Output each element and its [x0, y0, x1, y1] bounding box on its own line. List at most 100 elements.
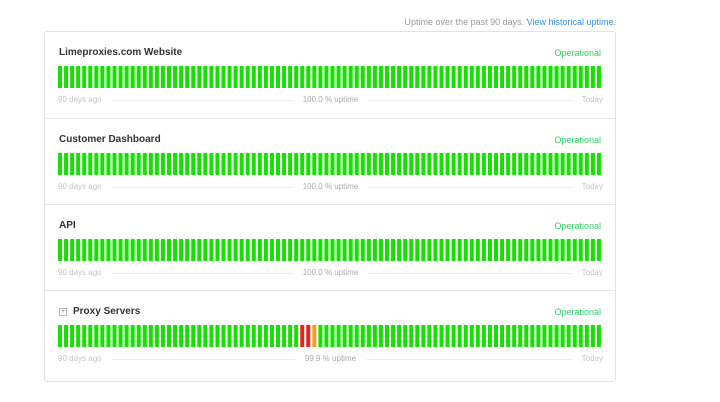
uptime-day-bar[interactable]	[136, 239, 141, 261]
uptime-day-bar[interactable]	[312, 66, 317, 88]
uptime-day-bar[interactable]	[179, 325, 184, 347]
uptime-day-bar[interactable]	[536, 66, 541, 88]
uptime-day-bar[interactable]	[257, 239, 262, 261]
uptime-day-bar[interactable]	[276, 66, 280, 88]
uptime-day-bar[interactable]	[197, 239, 202, 261]
uptime-day-bar[interactable]	[445, 153, 450, 175]
uptime-day-bar[interactable]	[463, 325, 468, 347]
uptime-day-bar[interactable]	[494, 66, 498, 88]
uptime-day-bar[interactable]	[487, 66, 492, 88]
uptime-day-bar[interactable]	[366, 153, 371, 175]
uptime-day-bar[interactable]	[282, 239, 287, 261]
uptime-day-bar[interactable]	[421, 325, 426, 347]
uptime-day-bar[interactable]	[300, 153, 305, 175]
uptime-day-bar[interactable]	[288, 239, 293, 261]
uptime-day-bar[interactable]	[88, 153, 93, 175]
uptime-day-bar[interactable]	[566, 66, 571, 88]
uptime-day-bar[interactable]	[524, 66, 529, 88]
uptime-day-bar[interactable]	[372, 66, 377, 88]
uptime-day-bar[interactable]	[300, 66, 305, 88]
uptime-day-bar[interactable]	[269, 153, 274, 175]
uptime-day-bar[interactable]	[276, 239, 280, 261]
uptime-day-bar[interactable]	[64, 153, 69, 175]
uptime-day-bar[interactable]	[487, 239, 492, 261]
uptime-day-bar[interactable]	[294, 239, 299, 261]
uptime-day-bar[interactable]	[560, 153, 565, 175]
uptime-day-bar[interactable]	[336, 66, 341, 88]
uptime-day-bar[interactable]	[427, 239, 432, 261]
uptime-day-bar[interactable]	[179, 66, 184, 88]
uptime-day-bar[interactable]	[391, 325, 396, 347]
uptime-day-bar[interactable]	[227, 325, 232, 347]
uptime-day-bar[interactable]	[88, 325, 93, 347]
uptime-day-bar[interactable]	[294, 325, 299, 347]
uptime-day-bar[interactable]	[227, 66, 232, 88]
uptime-day-bar[interactable]	[227, 153, 232, 175]
uptime-day-bar[interactable]	[318, 153, 323, 175]
uptime-day-bar[interactable]	[560, 239, 565, 261]
uptime-day-bar[interactable]	[330, 153, 335, 175]
uptime-day-bar[interactable]	[94, 153, 99, 175]
uptime-day-bar[interactable]	[185, 66, 190, 88]
uptime-day-bar[interactable]	[245, 325, 250, 347]
uptime-day-bar[interactable]	[324, 239, 329, 261]
uptime-day-bar[interactable]	[554, 153, 559, 175]
uptime-day-bar[interactable]	[427, 153, 432, 175]
uptime-day-bar[interactable]	[154, 239, 159, 261]
uptime-day-bar[interactable]	[445, 239, 450, 261]
uptime-day-bar[interactable]	[76, 66, 81, 88]
uptime-day-bar[interactable]	[154, 325, 159, 347]
uptime-day-bar[interactable]	[197, 66, 202, 88]
uptime-day-bar[interactable]	[215, 239, 220, 261]
uptime-day-bar[interactable]	[269, 66, 274, 88]
uptime-day-bar[interactable]	[421, 153, 426, 175]
uptime-day-bar[interactable]	[106, 325, 111, 347]
uptime-day-bar[interactable]	[512, 239, 517, 261]
uptime-day-bar[interactable]	[203, 153, 208, 175]
uptime-day-bar[interactable]	[239, 325, 244, 347]
uptime-day-bar[interactable]	[457, 239, 462, 261]
uptime-day-bar[interactable]	[94, 325, 99, 347]
uptime-day-bar[interactable]	[433, 66, 438, 88]
uptime-day-bar[interactable]	[427, 66, 432, 88]
uptime-day-bar[interactable]	[372, 153, 377, 175]
uptime-day-bar[interactable]	[512, 325, 517, 347]
uptime-day-bar[interactable]	[475, 325, 480, 347]
uptime-day-bar[interactable]	[191, 239, 196, 261]
uptime-day-bar[interactable]	[494, 153, 498, 175]
uptime-day-bar[interactable]	[596, 325, 601, 347]
uptime-day-bar[interactable]	[415, 153, 420, 175]
uptime-day-bar[interactable]	[391, 239, 396, 261]
uptime-day-bar[interactable]	[257, 153, 262, 175]
uptime-day-bar[interactable]	[221, 66, 226, 88]
uptime-day-bar[interactable]	[397, 66, 402, 88]
uptime-day-bar[interactable]	[524, 239, 529, 261]
uptime-day-bar[interactable]	[584, 325, 589, 347]
uptime-day-bar[interactable]	[512, 153, 517, 175]
uptime-day-bar[interactable]	[173, 325, 178, 347]
uptime-day-bar[interactable]	[130, 325, 135, 347]
uptime-day-bar[interactable]	[136, 325, 141, 347]
uptime-day-bar[interactable]	[494, 325, 498, 347]
uptime-day-bar[interactable]	[154, 66, 159, 88]
uptime-day-bar[interactable]	[506, 325, 511, 347]
uptime-day-bar[interactable]	[542, 325, 547, 347]
uptime-day-bar[interactable]	[215, 325, 220, 347]
uptime-day-bar[interactable]	[433, 153, 438, 175]
uptime-day-bar[interactable]	[160, 66, 165, 88]
uptime-day-bar[interactable]	[239, 239, 244, 261]
uptime-day-bar[interactable]	[245, 239, 250, 261]
uptime-day-bar[interactable]	[257, 66, 262, 88]
uptime-day-bar[interactable]	[112, 239, 117, 261]
uptime-day-bar[interactable]	[185, 325, 190, 347]
uptime-day-bar[interactable]	[288, 325, 293, 347]
uptime-day-bar[interactable]	[124, 325, 129, 347]
uptime-day-bar[interactable]	[106, 66, 111, 88]
uptime-day-bar[interactable]	[173, 66, 178, 88]
uptime-day-bar[interactable]	[391, 153, 396, 175]
uptime-day-bar[interactable]	[70, 325, 75, 347]
uptime-day-bar[interactable]	[342, 66, 347, 88]
uptime-day-bar[interactable]	[263, 325, 268, 347]
uptime-day-bar[interactable]	[276, 153, 280, 175]
uptime-day-bar[interactable]	[306, 239, 311, 261]
